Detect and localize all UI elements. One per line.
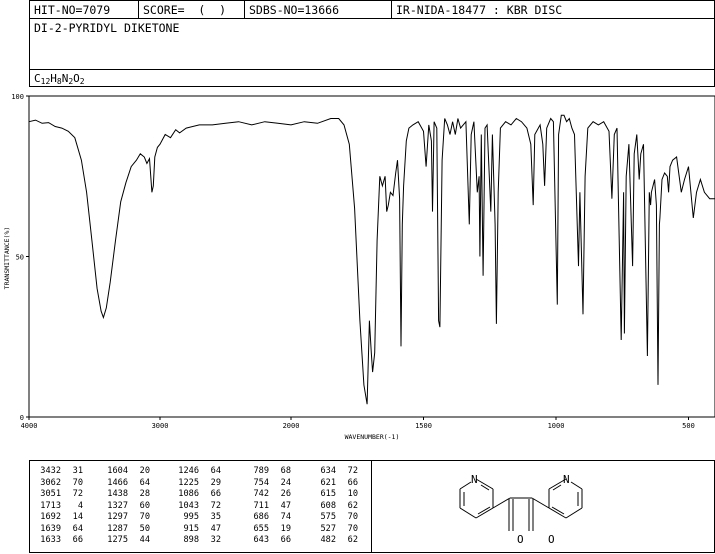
peak-transmittance: 47	[280, 500, 291, 511]
peak-transmittance: 4	[77, 500, 83, 511]
peak-transmittance: 64	[139, 477, 150, 488]
peak-wavenumber: 482	[320, 535, 336, 545]
peak-wavenumber: 527	[320, 523, 336, 534]
peak-wavenumber: 1327	[107, 500, 128, 511]
peak-transmittance: 31	[72, 466, 83, 476]
peak-wavenumber: 3062	[40, 477, 61, 488]
peak-wavenumber: 634	[320, 466, 336, 476]
spectrum-series-line	[28, 114, 715, 405]
peak-wavenumber: 1287	[107, 523, 128, 534]
peak-transmittance: 50	[139, 523, 150, 534]
peak-transmittance: 10	[347, 489, 358, 499]
peak-wavenumber: 711	[253, 500, 269, 511]
peak-transmittance: 24	[280, 477, 291, 488]
peak-wavenumber: 1713	[40, 500, 61, 511]
peak-wavenumber: 3051	[40, 489, 61, 499]
molecular-structure: N N O O	[459, 473, 583, 546]
peak-transmittance: 74	[280, 512, 291, 522]
peak-transmittance: 64	[210, 466, 221, 476]
x-axis-label: WAVENUMBER(-1)	[345, 433, 400, 441]
peak-wavenumber: 615	[320, 489, 336, 499]
peak-wavenumber: 1086	[178, 489, 199, 499]
peak-wavenumber: 643	[253, 535, 269, 545]
peak-wavenumber: 3432	[40, 466, 61, 476]
peak-transmittance: 60	[139, 500, 150, 511]
x-tick-label: 1500	[415, 422, 432, 430]
peak-transmittance: 26	[280, 489, 291, 499]
peak-wavenumber: 1604	[107, 466, 128, 476]
peak-table: 3432 31 3062 70 3051 72 1713 4 1692 14 1639 64 1633 6…	[29, 460, 372, 553]
peak-wavenumber: 915	[183, 523, 199, 534]
ir-spectrum-chart: TRANSMITTANCE(%) WAVENUMBER(-1) 4000 3000…	[3, 93, 715, 441]
peak-transmittance: 66	[72, 535, 83, 545]
peak-wavenumber: 1633	[40, 535, 61, 545]
peak-wavenumber: 898	[183, 535, 199, 545]
x-tick-label: 500	[682, 422, 695, 430]
peak-transmittance: 70	[347, 523, 358, 534]
peak-wavenumber: 655	[253, 523, 269, 534]
peak-transmittance: 47	[210, 523, 221, 534]
y-tick-label: 0	[20, 414, 24, 422]
peak-wavenumber: 621	[320, 477, 336, 488]
x-tick-label: 2000	[283, 422, 300, 430]
peak-transmittance: 66	[347, 477, 358, 488]
peak-transmittance: 70	[72, 477, 83, 488]
peak-wavenumber: 1466	[107, 477, 128, 488]
peak-transmittance: 64	[72, 523, 83, 534]
peak-wavenumber: 1438	[107, 489, 128, 499]
peak-transmittance: 44	[139, 535, 150, 545]
peak-transmittance: 62	[347, 500, 358, 511]
atom-n-left: N	[471, 473, 478, 486]
peak-transmittance: 68	[280, 466, 291, 476]
peak-wavenumber: 1692	[40, 512, 61, 522]
peak-wavenumber: 1225	[178, 477, 199, 488]
peak-wavenumber: 789	[253, 466, 269, 476]
y-axis-label: TRANSMITTANCE(%)	[3, 227, 11, 290]
peak-transmittance: 72	[72, 489, 83, 499]
peak-transmittance: 66	[280, 535, 291, 545]
peak-transmittance: 20	[139, 466, 150, 476]
peak-wavenumber: 1275	[107, 535, 128, 545]
peak-wavenumber: 1043	[178, 500, 199, 511]
structure-panel: N N O O	[371, 460, 715, 553]
peak-transmittance: 72	[347, 466, 358, 476]
peak-transmittance: 70	[139, 512, 150, 522]
atom-n-right: N	[563, 473, 570, 486]
peak-transmittance: 28	[139, 489, 150, 499]
peak-transmittance: 14	[72, 512, 83, 522]
peak-wavenumber: 1639	[40, 523, 61, 534]
peak-wavenumber: 754	[253, 477, 269, 488]
x-tick-label: 3000	[152, 422, 169, 430]
peak-transmittance: 32	[210, 535, 221, 545]
peak-transmittance: 70	[347, 512, 358, 522]
peak-transmittance: 19	[280, 523, 291, 534]
x-tick-label: 4000	[21, 422, 38, 430]
x-tick-label: 1000	[548, 422, 565, 430]
atom-o-right: O	[548, 533, 555, 546]
peak-wavenumber: 1297	[107, 512, 128, 522]
y-tick-label: 50	[16, 254, 24, 262]
y-tick-label: 100	[11, 93, 24, 101]
peak-transmittance: 62	[347, 535, 358, 545]
atom-o-left: O	[517, 533, 524, 546]
peak-wavenumber: 742	[253, 489, 269, 499]
peak-transmittance: 72	[210, 500, 221, 511]
peak-transmittance: 66	[210, 489, 221, 499]
peak-wavenumber: 995	[183, 512, 199, 522]
peak-wavenumber: 686	[253, 512, 269, 522]
peak-wavenumber: 575	[320, 512, 336, 522]
peak-transmittance: 29	[210, 477, 221, 488]
peak-wavenumber: 608	[320, 500, 336, 511]
peak-wavenumber: 1246	[178, 466, 199, 476]
peak-transmittance: 35	[210, 512, 221, 522]
